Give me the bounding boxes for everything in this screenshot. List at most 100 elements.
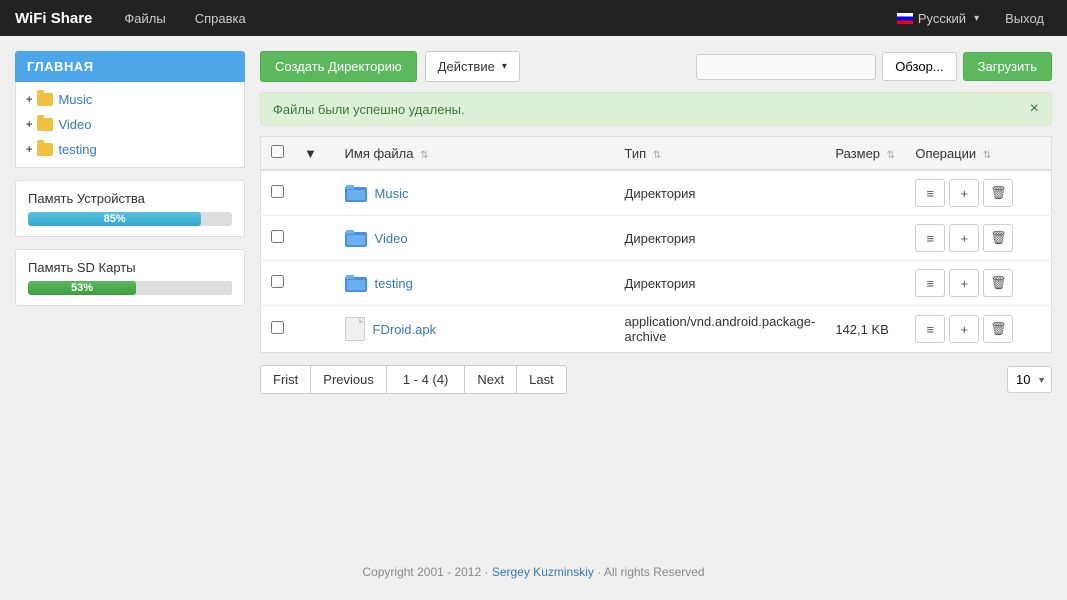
action-label: Действие bbox=[438, 59, 495, 74]
row-name-cell: testing bbox=[335, 261, 615, 306]
memory-sd-progress-wrap: 53% bbox=[28, 281, 232, 295]
table-row: VideoДиректория ≡ + 🗑 bbox=[261, 216, 1052, 261]
ops-add-button[interactable]: + bbox=[949, 224, 979, 252]
success-alert: Файлы были успешно удалены. × bbox=[260, 92, 1052, 126]
ops-buttons: ≡ + 🗑 bbox=[915, 315, 1041, 343]
file-link[interactable]: FDroid.apk bbox=[345, 317, 605, 341]
ops-menu-button[interactable]: ≡ bbox=[915, 179, 945, 207]
row-type-cell: Директория bbox=[615, 261, 826, 306]
ops-menu-button[interactable]: ≡ bbox=[915, 224, 945, 252]
sidebar-item-music[interactable]: + Music bbox=[16, 87, 244, 112]
ops-menu-button[interactable]: ≡ bbox=[915, 315, 945, 343]
sidebar-item-testing[interactable]: + testing bbox=[16, 137, 244, 162]
row-checkbox[interactable] bbox=[271, 185, 284, 198]
expand-icon-testing: + bbox=[26, 144, 32, 156]
table-row: FDroid.apk application/vnd.android.packag… bbox=[261, 306, 1052, 353]
row-checkbox[interactable] bbox=[271, 275, 284, 288]
action-dropdown-button[interactable]: Действие ▾ bbox=[425, 51, 520, 82]
sort-size-icon: ⇅ bbox=[887, 150, 895, 161]
file-name: FDroid.apk bbox=[373, 322, 437, 337]
lang-selector[interactable]: Русский ▾ bbox=[889, 7, 987, 30]
ops-delete-button[interactable]: 🗑 bbox=[983, 179, 1013, 207]
file-link[interactable]: Video bbox=[345, 227, 605, 249]
navbar-right: Русский ▾ Выход bbox=[889, 7, 1052, 30]
per-page-select[interactable]: 10 25 50 bbox=[1007, 366, 1052, 393]
navbar-nav: Файлы Справка bbox=[112, 3, 888, 34]
ops-add-button[interactable]: + bbox=[949, 269, 979, 297]
row-ops-cell: ≡ + 🗑 bbox=[905, 216, 1051, 261]
table-row: Music Директория ≡ + 🗑 bbox=[261, 170, 1052, 216]
row-name-cell: Video bbox=[335, 216, 615, 261]
create-directory-button[interactable]: Создать Директорию bbox=[260, 51, 417, 82]
row-size-cell bbox=[825, 170, 905, 216]
row-name-cell: FDroid.apk bbox=[335, 306, 615, 353]
navbar-brand: WiFi Share bbox=[15, 10, 92, 27]
sidebar-item-video[interactable]: + Video bbox=[16, 112, 244, 137]
file-link[interactable]: testing bbox=[345, 272, 605, 294]
row-type-cell: Директория bbox=[615, 170, 826, 216]
pagination-bar: Frist Previous 1 - 4 (4) Next Last 10 25… bbox=[260, 365, 1052, 394]
table-row: testing Директория ≡ + 🗑 bbox=[261, 261, 1052, 306]
sidebar-item-label-music: Music bbox=[58, 92, 92, 107]
row-checkbox[interactable] bbox=[271, 230, 284, 243]
sort-type-icon: ⇅ bbox=[653, 150, 661, 161]
table-header: ▼ Имя файла ⇅ Тип ⇅ Размер ⇅ bbox=[261, 137, 1052, 171]
row-checkbox-cell bbox=[261, 261, 295, 306]
nav-help[interactable]: Справка bbox=[183, 3, 258, 34]
per-page-wrap: 10 25 50 bbox=[1007, 366, 1052, 393]
page-prev-button[interactable]: Previous bbox=[310, 365, 386, 394]
row-sort-cell bbox=[294, 261, 335, 306]
row-ops-cell: ≡ + 🗑 bbox=[905, 261, 1051, 306]
col-header-name[interactable]: Имя файла ⇅ bbox=[335, 137, 615, 171]
sidebar: ГЛАВНАЯ + Music + Video + testing Память… bbox=[15, 51, 245, 535]
page-next-button[interactable]: Next bbox=[464, 365, 516, 394]
row-sort-cell bbox=[294, 306, 335, 353]
row-checkbox-cell bbox=[261, 216, 295, 261]
page-last-button[interactable]: Last bbox=[516, 365, 567, 394]
ops-add-button[interactable]: + bbox=[949, 315, 979, 343]
content-area: Создать Директорию Действие ▾ Обзор... З… bbox=[260, 51, 1052, 535]
memory-device-box: Память Устройства 85% bbox=[15, 180, 245, 237]
lang-caret: ▾ bbox=[974, 13, 979, 24]
col-header-size[interactable]: Размер ⇅ bbox=[825, 137, 905, 171]
folder-icon-music bbox=[37, 93, 53, 106]
ops-delete-button[interactable]: 🗑 bbox=[983, 224, 1013, 252]
row-sort-cell bbox=[294, 216, 335, 261]
logout-button[interactable]: Выход bbox=[997, 7, 1052, 30]
row-size-cell bbox=[825, 216, 905, 261]
file-icon bbox=[345, 317, 365, 341]
ops-delete-button[interactable]: 🗑 bbox=[983, 269, 1013, 297]
flag-icon bbox=[897, 13, 913, 24]
col-header-sort: ▼ bbox=[294, 137, 335, 171]
navbar: WiFi Share Файлы Справка Русский ▾ Выход bbox=[0, 0, 1067, 36]
footer-author-link[interactable]: Sergey Kuzminskiy bbox=[492, 565, 594, 579]
select-all-checkbox[interactable] bbox=[271, 145, 284, 158]
row-name-cell: Music bbox=[335, 170, 615, 216]
memory-sd-progress-label: 53% bbox=[28, 281, 136, 295]
file-link[interactable]: Music bbox=[345, 182, 605, 204]
col-header-type[interactable]: Тип ⇅ bbox=[615, 137, 826, 171]
file-table: ▼ Имя файла ⇅ Тип ⇅ Размер ⇅ bbox=[260, 136, 1052, 353]
upload-button[interactable]: Загрузить bbox=[963, 52, 1052, 81]
footer: Copyright 2001 - 2012 · Sergey Kuzminski… bbox=[0, 550, 1067, 594]
row-size-cell: 142,1 KB bbox=[825, 306, 905, 353]
expand-icon-music: + bbox=[26, 94, 32, 106]
ops-buttons: ≡ + 🗑 bbox=[915, 179, 1041, 207]
ops-delete-button[interactable]: 🗑 bbox=[983, 315, 1013, 343]
col-header-ops[interactable]: Операции ⇅ bbox=[905, 137, 1051, 171]
row-checkbox-cell bbox=[261, 306, 295, 353]
nav-files[interactable]: Файлы bbox=[112, 3, 177, 34]
row-type-cell: application/vnd.android.package-archive bbox=[615, 306, 826, 353]
browse-button[interactable]: Обзор... bbox=[882, 52, 956, 81]
upload-file-input[interactable] bbox=[696, 54, 876, 80]
memory-device-title: Память Устройства bbox=[28, 191, 232, 206]
sort-icon: ▼ bbox=[304, 146, 317, 161]
ops-menu-button[interactable]: ≡ bbox=[915, 269, 945, 297]
dir-icon bbox=[345, 272, 367, 294]
sort-name-icon: ⇅ bbox=[420, 150, 428, 161]
file-table-body: MusicДиректория ≡ + 🗑 VideoДиректория ≡ … bbox=[261, 170, 1052, 353]
page-first-button[interactable]: Frist bbox=[260, 365, 310, 394]
alert-close-button[interactable]: × bbox=[1030, 101, 1039, 117]
row-checkbox[interactable] bbox=[271, 321, 284, 334]
ops-add-button[interactable]: + bbox=[949, 179, 979, 207]
